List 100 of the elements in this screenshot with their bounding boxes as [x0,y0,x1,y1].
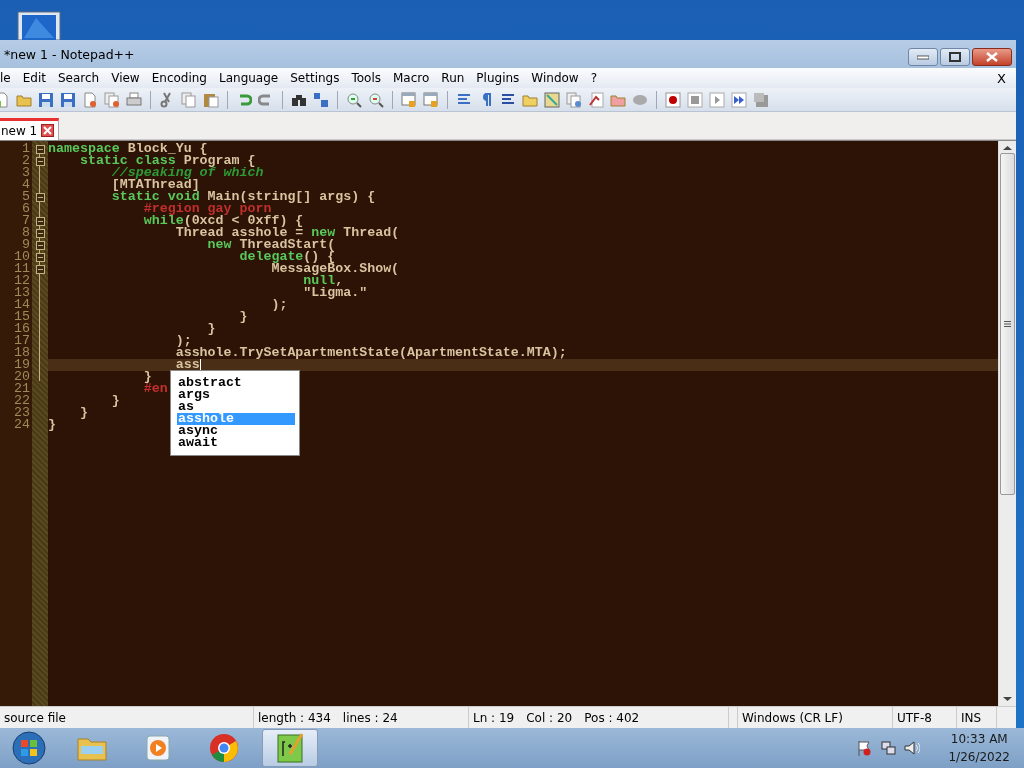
scroll-up-icon[interactable] [1003,145,1012,151]
line-number: 21 [13,383,31,395]
scrollbar[interactable] [998,141,1016,706]
menu-item[interactable]: Encoding [145,71,213,85]
line-number: 3 [21,167,31,179]
speaker-icon[interactable] [904,740,921,756]
record-icon[interactable] [665,91,681,108]
line-number: 19 [13,359,31,371]
autocomplete-item[interactable]: async [177,425,295,437]
status-text: lines : 24 [342,710,398,725]
window-title: *new 1 - Notepad++ [4,46,136,62]
text-cursor [199,359,201,371]
fold-minus-icon[interactable] [35,252,45,262]
stop-icon[interactable] [687,91,703,108]
network-icon[interactable] [880,740,897,756]
autocomplete-item[interactable]: await [177,437,295,449]
status-text: source file [4,710,66,725]
browser-icon [207,731,241,765]
menu-item[interactable]: Language [213,71,285,85]
code-line: asshole.TrySetApartmentState(ApartmentState.MTA); [174,347,567,359]
fold-minus-icon[interactable] [35,216,45,226]
menu-item[interactable]: ? [584,71,604,85]
line-number: 11 [13,263,31,275]
code-line: "Ligma." [302,287,368,299]
restore-icon [949,52,961,62]
fold-minus-icon[interactable] [35,240,45,250]
menu-item[interactable]: Run [435,71,471,85]
start-button-icon[interactable] [12,731,46,765]
printer-icon[interactable] [126,91,142,108]
close-document-button[interactable]: X [987,70,1016,86]
close-button[interactable] [972,48,1012,66]
line-number: 22 [13,395,31,407]
document-icon[interactable] [82,91,98,108]
menu-item[interactable]: View [105,71,146,85]
code-line: } [110,395,120,407]
code-line: } [206,323,216,335]
zoom-out-icon[interactable] [368,91,384,108]
line-number: 16 [13,323,31,335]
status-text: Pos : 402 [584,710,640,725]
code-line: } [238,311,248,323]
line-number: 4 [21,179,31,191]
menu-item[interactable]: le [0,71,17,85]
menu-item[interactable]: Settings [284,71,346,85]
code-editor[interactable] [0,140,1016,706]
fold-minus-icon[interactable] [35,228,45,238]
documents-icon[interactable] [104,91,120,108]
line-number: 20 [13,371,31,383]
line-number: 2 [21,155,31,167]
scroll-down-icon[interactable] [1003,696,1012,702]
documents-icon[interactable] [566,91,582,108]
menu-item[interactable]: Window [525,71,585,85]
code-line: ); [174,335,192,347]
zoom-in-icon[interactable] [346,91,362,108]
fold-minus-icon[interactable] [35,144,45,154]
line-number: 18 [13,347,31,359]
fast-forward-icon[interactable] [731,91,747,108]
line-number: 9 [22,239,31,251]
document-tab[interactable]: new 1 [0,118,60,140]
maximize-button[interactable] [940,48,970,66]
close-icon [986,52,998,62]
line-number: 14 [13,299,31,311]
computer-icon[interactable] [16,10,62,40]
close-tab-icon[interactable] [41,124,55,137]
code-line: null, [303,275,344,287]
autocomplete-item[interactable]: as [177,401,295,413]
line-number: 23 [13,407,31,419]
autocomplete-item[interactable]: abstract [177,377,295,389]
line-number: 17 [13,335,31,347]
line-number: 13 [13,287,31,299]
line-number: 15 [13,311,31,323]
code-line: Thread asshole = new Thread( [174,227,400,239]
taskbar-app-button[interactable] [262,729,318,767]
menu-item[interactable]: Plugins [470,71,526,85]
menu-item[interactable]: Edit [16,71,52,85]
minimize-icon [917,54,929,60]
line-number: 10 [13,251,31,263]
fold-minus-icon[interactable] [35,264,45,274]
code-line: new ThreadStart( [206,239,336,251]
line-number: 5 [21,191,31,203]
menu-item[interactable]: Search [51,71,106,85]
flag-icon[interactable] [856,740,873,756]
scrollbar-thumb[interactable] [1000,153,1015,495]
menu-item[interactable]: Macro [387,71,436,85]
clipboard-icon[interactable] [203,91,219,108]
code-line: #region gay porn [142,203,272,215]
code-line: ); [270,299,288,311]
clock-date: 1/26/2022 [948,749,1010,766]
status-text: Col : 20 [526,710,573,725]
fold-minus-icon[interactable] [35,192,45,202]
clock[interactable]: 10:33 AM 1/26/2022 [948,730,1010,766]
status-text: UTF-8 [897,710,932,725]
code-line: namespace Block_Yu { [48,143,208,155]
status-text: Ln : 19 [473,710,515,725]
autocomplete-item[interactable]: args [177,389,295,401]
menu-item[interactable]: Tools [345,71,387,85]
line-number: 6 [21,203,31,215]
notepad-icon [274,732,306,764]
line-number: 1 [21,143,31,155]
play-icon[interactable] [709,91,725,108]
fold-minus-icon[interactable] [35,156,45,166]
